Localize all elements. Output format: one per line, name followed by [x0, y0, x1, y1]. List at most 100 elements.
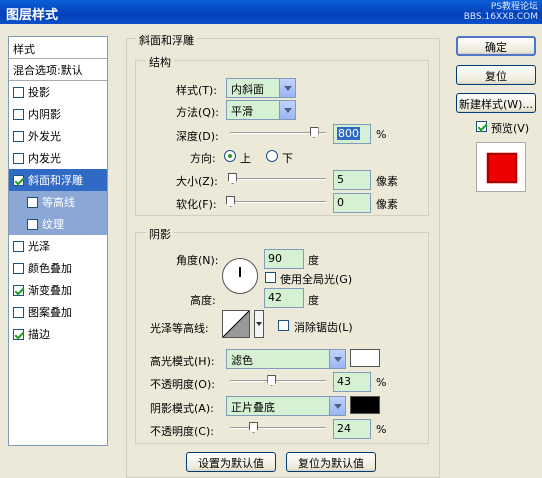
style-list-item-label: 纹理 [42, 218, 64, 231]
ok-button[interactable]: 确定 [456, 36, 536, 56]
style-list-item-label: 渐变叠加 [28, 284, 72, 297]
style-checkbox[interactable] [13, 86, 24, 98]
chevron-down-icon [329, 397, 345, 415]
structure-title: 结构 [146, 54, 174, 70]
depth-input[interactable]: 800 [333, 124, 371, 144]
style-checkbox[interactable] [13, 240, 24, 252]
soften-unit: 像素 [376, 198, 398, 211]
style-list-item-label: 描边 [28, 328, 50, 341]
style-list-item[interactable]: 光泽 [9, 235, 107, 257]
soften-slider[interactable] [230, 201, 326, 203]
gloss-contour-picker[interactable] [222, 310, 250, 338]
depth-label: 深度(D): [176, 130, 219, 143]
angle-dial[interactable] [222, 258, 258, 294]
style-list-item[interactable]: 纹理 [9, 213, 107, 235]
style-checkbox[interactable] [13, 328, 24, 340]
anti-alias-checkbox[interactable] [278, 320, 289, 331]
style-list-item[interactable]: 投影 [9, 81, 107, 103]
style-list-header[interactable]: 样式 [9, 37, 107, 59]
style-checkbox[interactable] [13, 174, 24, 186]
angle-input[interactable]: 90 [264, 249, 304, 269]
highlight-color-swatch[interactable] [350, 349, 380, 367]
style-list-item-label: 颜色叠加 [28, 262, 72, 275]
shadow-opacity-input[interactable]: 24 [333, 419, 371, 439]
direction-up-radio[interactable] [224, 150, 236, 162]
window-titlebar: 图层样式 PS教程论坛 BBS.16XX8.COM [0, 0, 542, 24]
gloss-contour-label: 光泽等高线: [150, 322, 209, 335]
global-light-checkbox[interactable] [265, 272, 276, 283]
gloss-contour-dropdown[interactable] [254, 310, 264, 338]
style-list-item[interactable]: 图案叠加 [9, 301, 107, 323]
shadow-mode-select[interactable]: 正片叠底 [226, 396, 346, 416]
make-default-button[interactable]: 设置为默认值 [186, 452, 276, 472]
style-checkbox[interactable] [13, 130, 24, 142]
style-list: 样式 混合选项:默认 投影内阴影外发光 内发光斜面和浮雕等高线纹理光泽颜色叠加渐变… [8, 36, 108, 446]
style-list-item[interactable]: 颜色叠加 [9, 257, 107, 279]
shading-title: 阴影 [146, 226, 174, 242]
altitude-label: 高度: [190, 294, 216, 307]
style-list-item[interactable]: 内阴影 [9, 103, 107, 125]
contour-curve-icon [222, 310, 250, 338]
style-checkbox[interactable] [13, 152, 24, 164]
watermark: PS教程论坛 BBS.16XX8.COM [463, 2, 538, 22]
altitude-unit: 度 [308, 294, 319, 307]
highlight-opacity-slider[interactable] [230, 380, 326, 382]
style-checkbox[interactable] [27, 196, 38, 208]
soften-label: 软化(F): [176, 198, 217, 211]
size-input[interactable]: 5 [333, 170, 371, 190]
style-checkbox[interactable] [13, 284, 24, 296]
preview-checkbox[interactable] [476, 121, 487, 132]
blending-options-item[interactable]: 混合选项:默认 [9, 59, 107, 81]
style-list-item[interactable]: 等高线 [9, 191, 107, 213]
anti-alias-label: 消除锯齿(L) [294, 321, 353, 334]
direction-label: 方向: [190, 152, 216, 165]
style-list-item[interactable]: 斜面和浮雕 [9, 169, 107, 191]
style-list-item[interactable]: 内发光 [9, 147, 107, 169]
direction-up-label: 上 [240, 152, 251, 165]
style-list-item-label: 内阴影 [28, 108, 61, 121]
style-preview [476, 142, 526, 192]
shadow-opacity-unit: % [376, 423, 387, 436]
depth-unit: % [376, 128, 387, 141]
style-list-item-label: 投影 [28, 86, 50, 99]
size-unit: 像素 [376, 175, 398, 188]
style-checkbox[interactable] [27, 218, 38, 230]
shadow-mode-label: 阴影模式(A): [150, 402, 214, 415]
global-light-label: 使用全局光(G) [280, 273, 353, 286]
angle-label: 角度(N): [176, 254, 219, 267]
highlight-opacity-unit: % [376, 376, 387, 389]
style-list-item-label: 图案叠加 [28, 306, 72, 319]
highlight-mode-select[interactable]: 滤色 [226, 349, 346, 369]
style-checkbox[interactable] [13, 262, 24, 274]
style-label: 样式(T): [176, 84, 218, 97]
bevel-emboss-title: 斜面和浮雕 [136, 32, 197, 48]
highlight-mode-label: 高光模式(H): [150, 355, 215, 368]
reset-button[interactable]: 复位 [456, 65, 536, 85]
preview-swatch [487, 153, 517, 183]
direction-down-label: 下 [282, 152, 293, 165]
altitude-input[interactable]: 42 [264, 288, 304, 308]
style-checkbox[interactable] [13, 108, 24, 120]
method-label: 方法(Q): [176, 106, 219, 119]
direction-down-radio[interactable] [266, 150, 278, 162]
new-style-button[interactable]: 新建样式(W)... [456, 93, 536, 113]
reset-to-default-button[interactable]: 复位为默认值 [286, 452, 376, 472]
size-slider[interactable] [230, 178, 326, 180]
style-list-item-label: 等高线 [42, 196, 75, 209]
style-list-item[interactable]: 渐变叠加 [9, 279, 107, 301]
size-label: 大小(Z): [176, 175, 218, 188]
chevron-down-icon [279, 101, 295, 119]
technique-select[interactable]: 平滑 [226, 100, 296, 120]
style-list-item-label: 光泽 [28, 240, 50, 253]
style-list-item[interactable]: 外发光 [9, 125, 107, 147]
highlight-opacity-input[interactable]: 43 [333, 372, 371, 392]
soften-input[interactable]: 0 [333, 193, 371, 213]
style-list-item[interactable]: 描边 [9, 323, 107, 345]
highlight-opacity-label: 不透明度(O): [150, 378, 215, 391]
window-title: 图层样式 [6, 8, 59, 23]
style-list-item-label: 斜面和浮雕 [28, 174, 83, 187]
shadow-color-swatch[interactable] [350, 396, 380, 414]
style-checkbox[interactable] [13, 306, 24, 318]
shadow-opacity-slider[interactable] [230, 427, 326, 429]
bevel-style-select[interactable]: 内斜面 [226, 78, 296, 98]
